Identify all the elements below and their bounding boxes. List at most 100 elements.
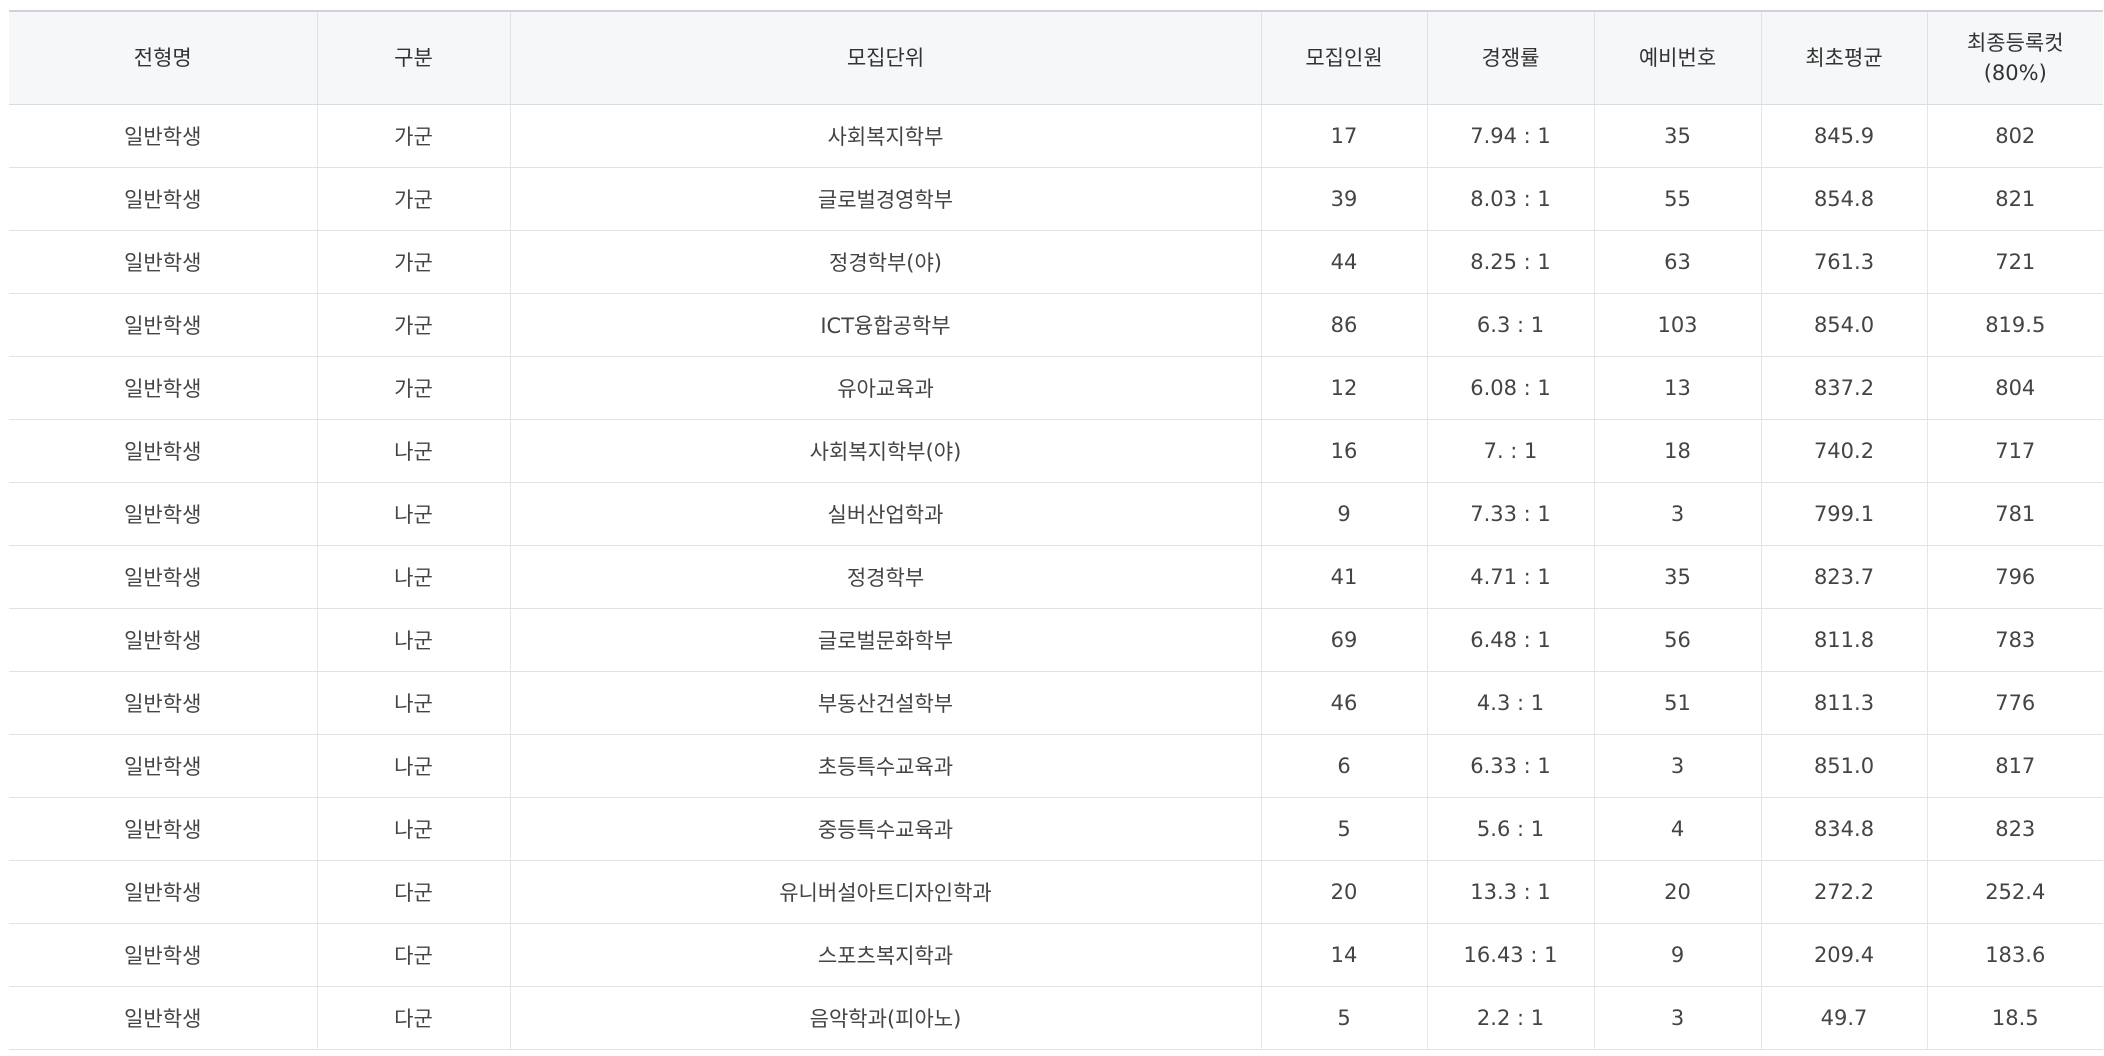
table-row: 일반학생 가군 유아교육과 12 6.08 : 1 13 837.2 804	[9, 356, 2103, 420]
cell-admission-type: 일반학생	[9, 923, 318, 987]
cell-initial-average: 854.0	[1761, 293, 1928, 357]
cell-final-cutoff: 18.5	[1927, 986, 2103, 1050]
cell-final-cutoff: 802	[1927, 104, 2103, 168]
cell-group: 나군	[317, 797, 511, 861]
cell-initial-average: 272.2	[1761, 860, 1928, 924]
cell-waitlist-number: 20	[1594, 860, 1762, 924]
cell-waitlist-number: 4	[1594, 797, 1762, 861]
cell-recruitment-unit: 글로벌문화학부	[510, 608, 1262, 672]
cell-waitlist-number: 63	[1594, 230, 1762, 294]
cell-competition-rate: 5.6 : 1	[1427, 797, 1595, 861]
cell-initial-average: 49.7	[1761, 986, 1928, 1050]
cell-competition-rate: 16.43 : 1	[1427, 923, 1595, 987]
cell-final-cutoff: 781	[1927, 482, 2103, 546]
cell-competition-rate: 8.03 : 1	[1427, 167, 1595, 231]
cell-quota: 5	[1261, 986, 1428, 1050]
cell-final-cutoff: 252.4	[1927, 860, 2103, 924]
cell-initial-average: 834.8	[1761, 797, 1928, 861]
table-row: 일반학생 가군 ICT융합공학부 86 6.3 : 1 103 854.0 819.5	[9, 293, 2103, 357]
cell-group: 나군	[317, 545, 511, 609]
header-row: 전형명 구분 모집단위 모집인원 경쟁률 예비번호 최초평균 최종등록컷 (80…	[9, 11, 2103, 105]
cell-recruitment-unit: 사회복지학부(야)	[510, 419, 1262, 483]
header-recruitment-unit: 모집단위	[510, 11, 1262, 105]
table-row: 일반학생 다군 스포츠복지학과 14 16.43 : 1 9 209.4 183.6	[9, 923, 2103, 987]
cell-recruitment-unit: 중등특수교육과	[510, 797, 1262, 861]
cell-group: 가군	[317, 356, 511, 420]
cell-initial-average: 209.4	[1761, 923, 1928, 987]
cell-admission-type: 일반학생	[9, 356, 318, 420]
table-row: 일반학생 나군 사회복지학부(야) 16 7. : 1 18 740.2 717	[9, 419, 2103, 483]
table-row: 일반학생 가군 사회복지학부 17 7.94 : 1 35 845.9 802	[9, 104, 2103, 168]
header-group: 구분	[317, 11, 511, 105]
cell-final-cutoff: 183.6	[1927, 923, 2103, 987]
cell-competition-rate: 4.3 : 1	[1427, 671, 1595, 735]
cell-initial-average: 740.2	[1761, 419, 1928, 483]
cell-admission-type: 일반학생	[9, 482, 318, 546]
cell-competition-rate: 7. : 1	[1427, 419, 1595, 483]
cell-admission-type: 일반학생	[9, 230, 318, 294]
table-header: 전형명 구분 모집단위 모집인원 경쟁률 예비번호 최초평균 최종등록컷 (80…	[9, 11, 2103, 105]
cell-initial-average: 811.3	[1761, 671, 1928, 735]
cell-group: 나군	[317, 419, 511, 483]
cell-competition-rate: 6.33 : 1	[1427, 734, 1595, 798]
cell-admission-type: 일반학생	[9, 167, 318, 231]
cell-quota: 39	[1261, 167, 1428, 231]
cell-final-cutoff: 821	[1927, 167, 2103, 231]
cell-group: 다군	[317, 986, 511, 1050]
cell-group: 가군	[317, 167, 511, 231]
table-row: 일반학생 다군 음악학과(피아노) 5 2.2 : 1 3 49.7 18.5	[9, 986, 2103, 1050]
cell-group: 가군	[317, 104, 511, 168]
cell-final-cutoff: 819.5	[1927, 293, 2103, 357]
cell-quota: 20	[1261, 860, 1428, 924]
cell-waitlist-number: 18	[1594, 419, 1762, 483]
cell-competition-rate: 7.94 : 1	[1427, 104, 1595, 168]
table-row: 일반학생 나군 중등특수교육과 5 5.6 : 1 4 834.8 823	[9, 797, 2103, 861]
cell-group: 나군	[317, 734, 511, 798]
cell-waitlist-number: 51	[1594, 671, 1762, 735]
header-competition-rate: 경쟁률	[1427, 11, 1595, 105]
header-waitlist-number: 예비번호	[1594, 11, 1762, 105]
cell-competition-rate: 6.08 : 1	[1427, 356, 1595, 420]
cell-group: 가군	[317, 293, 511, 357]
cell-admission-type: 일반학생	[9, 860, 318, 924]
cell-admission-type: 일반학생	[9, 104, 318, 168]
cell-waitlist-number: 3	[1594, 482, 1762, 546]
cell-waitlist-number: 9	[1594, 923, 1762, 987]
cell-recruitment-unit: ICT융합공학부	[510, 293, 1262, 357]
cell-competition-rate: 6.48 : 1	[1427, 608, 1595, 672]
cell-quota: 9	[1261, 482, 1428, 546]
cell-admission-type: 일반학생	[9, 671, 318, 735]
cell-initial-average: 799.1	[1761, 482, 1928, 546]
table-row: 일반학생 다군 유니버설아트디자인학과 20 13.3 : 1 20 272.2 252.4	[9, 860, 2103, 924]
admission-results-table: 전형명 구분 모집단위 모집인원 경쟁률 예비번호 최초평균 최종등록컷 (80…	[9, 10, 2103, 1050]
cell-quota: 41	[1261, 545, 1428, 609]
cell-final-cutoff: 804	[1927, 356, 2103, 420]
table-row: 일반학생 나군 정경학부 41 4.71 : 1 35 823.7 796	[9, 545, 2103, 609]
cell-final-cutoff: 783	[1927, 608, 2103, 672]
cell-recruitment-unit: 실버산업학과	[510, 482, 1262, 546]
cell-recruitment-unit: 정경학부(야)	[510, 230, 1262, 294]
cell-recruitment-unit: 글로벌경영학부	[510, 167, 1262, 231]
cell-quota: 46	[1261, 671, 1428, 735]
cell-quota: 86	[1261, 293, 1428, 357]
cell-group: 가군	[317, 230, 511, 294]
cell-admission-type: 일반학생	[9, 734, 318, 798]
cell-quota: 44	[1261, 230, 1428, 294]
cell-quota: 69	[1261, 608, 1428, 672]
cell-initial-average: 851.0	[1761, 734, 1928, 798]
cell-recruitment-unit: 부동산건설학부	[510, 671, 1262, 735]
table-body: 일반학생 가군 사회복지학부 17 7.94 : 1 35 845.9 802 일반학생 가군 글로…	[9, 104, 2103, 1050]
cell-admission-type: 일반학생	[9, 545, 318, 609]
cell-quota: 5	[1261, 797, 1428, 861]
table-row: 일반학생 가군 글로벌경영학부 39 8.03 : 1 55 854.8 821	[9, 167, 2103, 231]
cell-waitlist-number: 3	[1594, 734, 1762, 798]
table-row: 일반학생 나군 실버산업학과 9 7.33 : 1 3 799.1 781	[9, 482, 2103, 546]
cell-group: 나군	[317, 608, 511, 672]
header-final-cutoff: 최종등록컷 (80%)	[1927, 11, 2103, 105]
table-row: 일반학생 나군 초등특수교육과 6 6.33 : 1 3 851.0 817	[9, 734, 2103, 798]
cell-admission-type: 일반학생	[9, 797, 318, 861]
cell-waitlist-number: 55	[1594, 167, 1762, 231]
cell-final-cutoff: 717	[1927, 419, 2103, 483]
cell-competition-rate: 6.3 : 1	[1427, 293, 1595, 357]
header-initial-average: 최초평균	[1761, 11, 1928, 105]
